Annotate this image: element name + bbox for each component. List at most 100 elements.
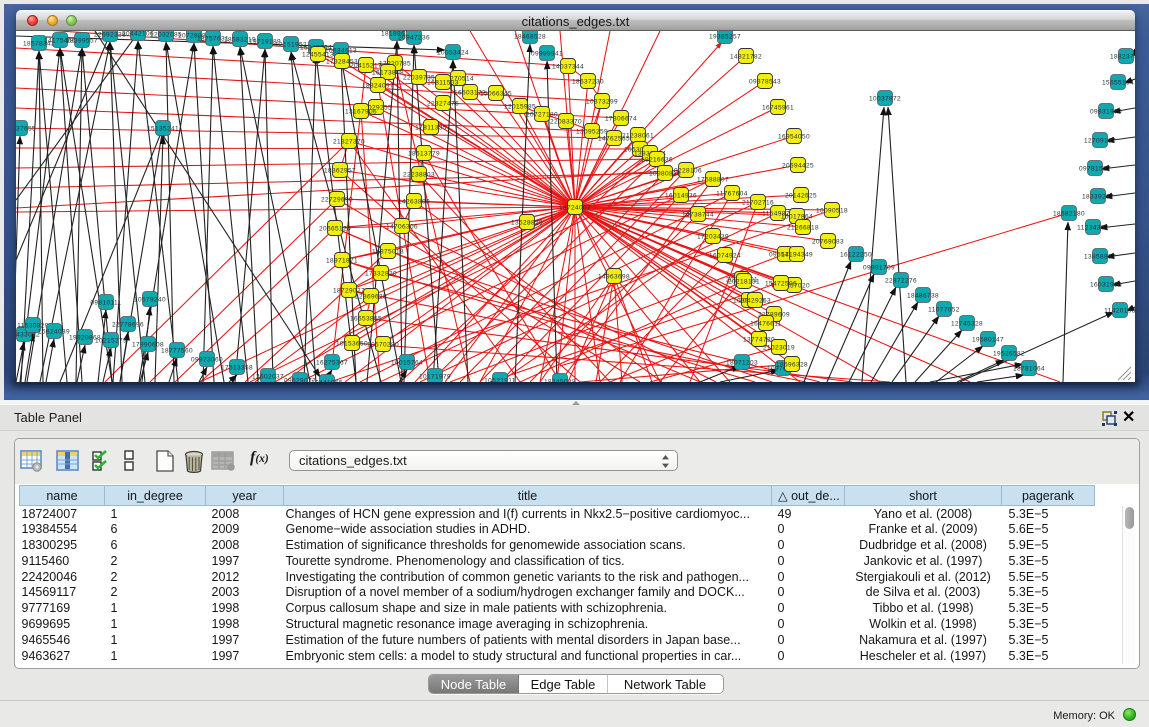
svg-text:14263809: 14263809 (398, 199, 430, 206)
svg-text:19216636: 19216636 (641, 157, 673, 164)
svg-text:14037344: 14037344 (552, 64, 584, 71)
svg-text:12745328: 12745328 (951, 321, 983, 328)
svg-text:10521911: 10521911 (484, 378, 516, 383)
svg-text:22238803: 22238803 (403, 172, 435, 179)
svg-text:19526582: 19526582 (993, 351, 1025, 358)
svg-text:22083370: 22083370 (550, 119, 582, 126)
svg-text:20694425: 20694425 (782, 163, 814, 170)
svg-text:13858837: 13858837 (1084, 254, 1116, 261)
svg-text:17513358: 17513358 (221, 365, 253, 372)
svg-text:15135241: 15135241 (147, 126, 179, 133)
svg-text:09831970: 09831970 (1090, 109, 1122, 116)
svg-text:14963698: 14963698 (598, 274, 630, 281)
svg-text:13167906: 13167906 (345, 109, 377, 116)
svg-text:10037872: 10037872 (869, 96, 901, 103)
svg-text:11767604: 11767604 (716, 191, 748, 198)
svg-text:16811503: 16811503 (427, 80, 459, 87)
svg-text:09973060: 09973060 (191, 357, 223, 364)
svg-text:15472506: 15472506 (765, 281, 797, 288)
svg-text:18777560: 18777560 (161, 348, 193, 355)
svg-text:16275367: 16275367 (316, 360, 348, 367)
svg-text:13528829: 13528829 (511, 220, 543, 227)
svg-text:18696328: 18696328 (776, 362, 808, 369)
svg-text:17306674: 17306674 (605, 116, 637, 123)
svg-text:14194349: 14194349 (781, 252, 813, 259)
svg-text:10373299: 10373299 (586, 99, 618, 106)
svg-text:18362957: 18362957 (324, 168, 356, 175)
svg-text:20665120: 20665120 (319, 226, 351, 233)
svg-text:18468528: 18468528 (514, 34, 546, 41)
svg-text:18339287: 18339287 (1082, 194, 1114, 201)
svg-text:16954050: 16954050 (778, 134, 810, 141)
svg-text:22729690: 22729690 (321, 197, 353, 204)
svg-text:22778696: 22778696 (112, 322, 144, 329)
svg-text:20218131: 20218131 (728, 279, 760, 286)
svg-text:10171979: 10171979 (419, 374, 451, 381)
svg-text:09378543: 09378543 (749, 79, 781, 86)
svg-text:12602037: 12602037 (252, 374, 284, 381)
svg-text:16014936: 16014936 (665, 193, 697, 200)
svg-text:16745961: 16745961 (762, 105, 794, 112)
svg-text:09810111: 09810111 (90, 300, 121, 307)
svg-text:18071203: 18071203 (726, 360, 758, 367)
svg-text:09999941: 09999941 (531, 51, 563, 58)
svg-text:10153650: 10153650 (336, 341, 368, 348)
svg-text:15624039: 15624039 (38, 329, 70, 336)
svg-text:15066345: 15066345 (480, 91, 512, 98)
svg-text:20142625: 20142625 (785, 193, 817, 200)
svg-text:16015764: 16015764 (391, 360, 423, 367)
svg-text:17332820: 17332820 (365, 271, 397, 278)
svg-text:18245038: 18245038 (544, 379, 576, 383)
svg-text:17588807: 17588807 (697, 177, 729, 184)
svg-text:18724007: 18724007 (559, 205, 591, 212)
svg-text:21827370: 21827370 (333, 139, 365, 146)
svg-text:10215279: 10215279 (95, 338, 127, 345)
svg-text:12455413: 12455413 (302, 52, 334, 59)
svg-text:14875018: 14875018 (372, 249, 404, 256)
svg-text:18613779: 18613779 (408, 151, 440, 158)
svg-text:10980815: 10980815 (649, 171, 681, 178)
svg-text:10570280: 10570280 (367, 342, 399, 349)
svg-text:19385257: 19385257 (709, 34, 741, 41)
svg-text:17203439: 17203439 (697, 234, 729, 241)
svg-text:21023019: 21023019 (763, 345, 795, 352)
svg-text:17811335: 17811335 (415, 125, 447, 132)
svg-text:16031986: 16031986 (1090, 282, 1122, 289)
svg-text:21702716: 21702716 (742, 200, 774, 207)
svg-text:21238061: 21238061 (622, 133, 654, 140)
svg-text:22872276: 22872276 (885, 278, 917, 285)
svg-text:19580147: 19580147 (972, 337, 1004, 344)
svg-text:13095259: 13095259 (576, 129, 608, 136)
svg-text:13037655: 13037655 (16, 126, 36, 133)
svg-text:20727180: 20727180 (526, 112, 558, 119)
svg-text:18971871: 18971871 (326, 258, 358, 265)
svg-text:16074924: 16074924 (709, 253, 741, 260)
svg-text:15655194: 15655194 (1102, 80, 1134, 87)
svg-text:20415217: 20415217 (350, 63, 382, 70)
svg-text:11077052: 11077052 (928, 307, 960, 314)
svg-text:18399557: 18399557 (66, 38, 98, 45)
svg-text:16122250: 16122250 (840, 252, 872, 259)
svg-text:12709137: 12709137 (1084, 138, 1116, 145)
svg-text:12015985: 12015985 (504, 104, 536, 111)
svg-text:10053424: 10053424 (437, 50, 469, 57)
svg-text:18486738: 18486738 (907, 293, 939, 300)
svg-text:22369628: 22369628 (355, 294, 387, 301)
svg-text:18682180: 18682180 (1053, 211, 1085, 218)
svg-text:09991709: 09991709 (863, 265, 895, 272)
svg-text:10579240: 10579240 (134, 297, 166, 304)
svg-text:11420198: 11420198 (1104, 308, 1135, 315)
svg-text:14738744: 14738744 (682, 212, 714, 219)
svg-text:09781527: 09781527 (1079, 166, 1111, 173)
svg-text:16653855: 16653855 (350, 316, 382, 323)
svg-text:18823754: 18823754 (1110, 54, 1135, 61)
svg-text:20769083: 20769083 (812, 239, 844, 246)
svg-text:18824097: 18824097 (362, 83, 394, 90)
svg-text:13774720: 13774720 (743, 337, 775, 344)
svg-text:14821782: 14821782 (730, 54, 762, 61)
svg-text:16173808: 16173808 (372, 70, 404, 77)
svg-text:18637230: 18637230 (572, 79, 604, 86)
svg-text:22327476: 22327476 (427, 101, 459, 108)
svg-text:21266818: 21266818 (787, 225, 819, 232)
svg-text:10090518: 10090518 (816, 208, 848, 215)
